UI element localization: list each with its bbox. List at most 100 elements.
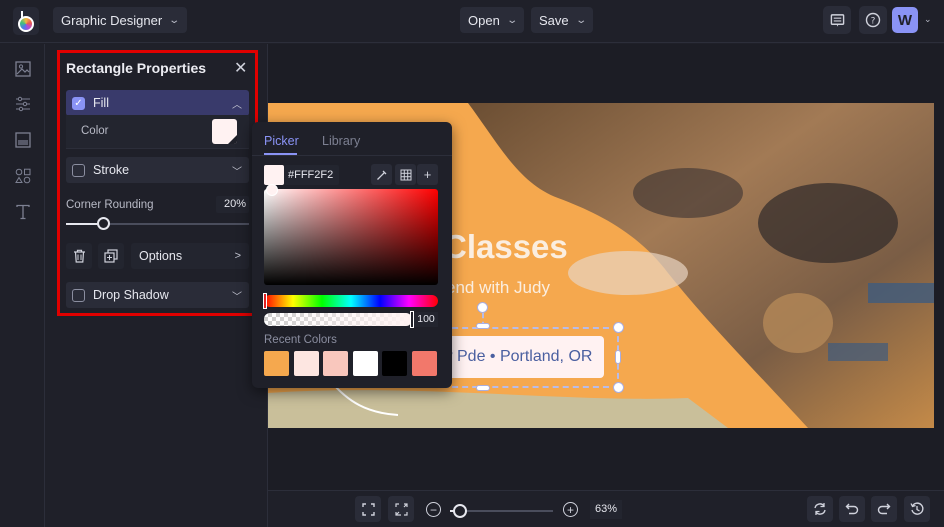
eyedropper-icon xyxy=(376,170,386,180)
layout-icon[interactable] xyxy=(14,131,31,148)
headline-text[interactable]: Classes xyxy=(443,228,568,266)
text-icon[interactable] xyxy=(14,203,31,220)
help-icon: ? xyxy=(865,12,881,28)
chevron-down-icon: ﹀ xyxy=(232,292,242,303)
hue-handle[interactable] xyxy=(263,293,267,309)
image-icon[interactable] xyxy=(14,60,31,77)
expand-icon xyxy=(361,502,375,516)
chevron-up-icon: ︿ xyxy=(232,100,242,111)
actual-size-button[interactable] xyxy=(388,496,414,522)
open-button[interactable]: Open ⌄ xyxy=(460,7,525,33)
slider-handle[interactable] xyxy=(96,217,110,230)
options-button[interactable]: Options > xyxy=(131,243,249,269)
corner-rounding-slider[interactable] xyxy=(66,217,249,230)
adjustments-icon[interactable] xyxy=(14,95,31,112)
rotate-handle[interactable] xyxy=(477,302,488,313)
chevron-right-icon: > xyxy=(234,250,241,262)
color-picker-popover: Picker Library #FFF2F2 + 100 Recent Colo… xyxy=(252,122,452,388)
grid-icon xyxy=(400,169,411,180)
app-menu-label: Graphic Designer xyxy=(61,12,163,28)
fill-label: Fill xyxy=(93,96,109,110)
shapes-icon[interactable] xyxy=(14,167,31,184)
comment-icon xyxy=(830,13,844,27)
drop-shadow-section-header[interactable]: Drop Shadow ﹀ xyxy=(66,282,249,308)
open-label: Open xyxy=(468,12,500,28)
save-button[interactable]: Save ⌄ xyxy=(531,7,594,33)
trash-icon xyxy=(73,249,85,263)
resize-handle-top[interactable] xyxy=(476,323,490,329)
opacity-value[interactable]: 100 xyxy=(414,312,438,327)
history-button[interactable] xyxy=(904,496,930,522)
palette-grid-button[interactable] xyxy=(395,164,416,185)
undo-icon xyxy=(845,503,859,515)
undo-button[interactable] xyxy=(839,496,865,522)
user-avatar[interactable]: W xyxy=(892,7,918,33)
redo-icon xyxy=(877,503,891,515)
recent-color-swatch[interactable] xyxy=(264,351,289,376)
subtitle-text[interactable]: end with Judy xyxy=(446,278,550,298)
plus-icon: + xyxy=(423,167,432,182)
shrink-icon xyxy=(394,502,408,516)
duplicate-icon xyxy=(104,249,118,263)
app-logo[interactable] xyxy=(13,7,39,35)
zoom-in-icon[interactable]: + xyxy=(563,502,578,517)
resize-handle-bottom-right[interactable] xyxy=(613,382,624,393)
stroke-checkbox[interactable] xyxy=(72,163,85,177)
tool-rail xyxy=(0,44,45,527)
saturation-handle[interactable] xyxy=(266,184,278,196)
opacity-slider[interactable] xyxy=(264,313,412,326)
hex-input[interactable]: #FFF2F2 xyxy=(284,165,339,185)
chevron-down-icon: ⌄ xyxy=(168,14,181,26)
resize-handle-bottom[interactable] xyxy=(476,385,490,391)
drop-shadow-label: Drop Shadow xyxy=(93,288,169,302)
fill-color-row: Color xyxy=(66,115,249,149)
bottom-bar: − + 63% xyxy=(268,490,944,527)
fit-to-screen-button[interactable] xyxy=(355,496,381,522)
divider xyxy=(252,155,452,156)
current-color-swatch xyxy=(264,165,284,185)
app-menu-button[interactable]: Graphic Designer ⌄ xyxy=(53,7,187,33)
saturation-value-area[interactable] xyxy=(264,189,438,285)
redo-button[interactable] xyxy=(871,496,897,522)
corner-rounding-value[interactable]: 20% xyxy=(216,196,249,213)
rectangle-properties-panel: Rectangle Properties ✕ ✓ Fill ︿ Color St… xyxy=(57,50,258,316)
resize-handle-right[interactable] xyxy=(615,350,621,364)
hue-slider[interactable] xyxy=(264,295,438,307)
stroke-label: Stroke xyxy=(93,163,130,177)
zoom-out-icon[interactable]: − xyxy=(426,502,441,517)
selection-box xyxy=(432,327,619,388)
close-icon[interactable]: ✕ xyxy=(234,58,247,78)
recent-color-swatch[interactable] xyxy=(411,351,437,376)
tab-library[interactable]: Library xyxy=(322,134,360,148)
duplicate-button[interactable] xyxy=(98,243,124,269)
history-icon xyxy=(910,502,924,515)
recent-color-swatch[interactable] xyxy=(293,351,319,376)
delete-button[interactable] xyxy=(66,243,92,269)
eyedropper-button[interactable] xyxy=(371,164,392,185)
chevron-down-icon: ⌄ xyxy=(506,14,518,26)
tab-picker[interactable]: Picker xyxy=(264,134,299,148)
help-button[interactable]: ? xyxy=(859,6,887,34)
zoom-slider[interactable] xyxy=(450,504,553,518)
recent-colors-label: Recent Colors xyxy=(264,334,337,346)
zoom-slider-handle[interactable] xyxy=(453,504,468,518)
save-label: Save xyxy=(539,12,569,28)
panel-title: Rectangle Properties xyxy=(66,60,207,76)
add-color-button[interactable]: + xyxy=(417,164,438,185)
feedback-button[interactable] xyxy=(823,6,851,34)
recent-color-swatch[interactable] xyxy=(323,351,348,376)
fill-section-header[interactable]: ✓ Fill ︿ xyxy=(66,90,249,116)
resize-handle-top-right[interactable] xyxy=(613,322,624,333)
fill-checkbox[interactable]: ✓ xyxy=(72,96,85,110)
svg-text:?: ? xyxy=(871,17,876,27)
recent-color-swatch[interactable] xyxy=(382,351,407,376)
fill-color-swatch[interactable] xyxy=(212,119,237,144)
zoom-value[interactable]: 63% xyxy=(590,500,622,519)
chevron-down-icon[interactable]: ⌄ xyxy=(924,14,932,25)
refresh-button[interactable] xyxy=(807,496,833,522)
corner-rounding-label: Corner Rounding xyxy=(66,199,154,211)
color-label: Color xyxy=(81,125,109,137)
stroke-section-header[interactable]: Stroke ﹀ xyxy=(66,157,249,183)
drop-shadow-checkbox[interactable] xyxy=(72,288,85,302)
recent-color-swatch[interactable] xyxy=(352,351,378,376)
